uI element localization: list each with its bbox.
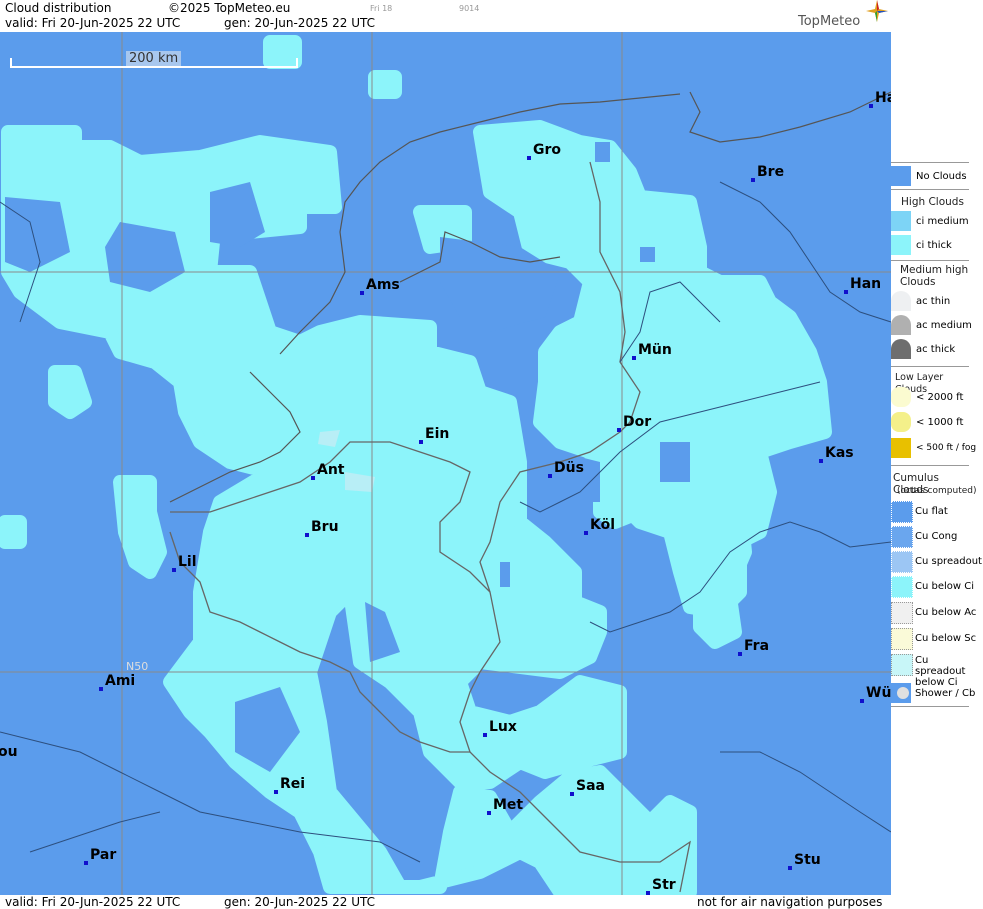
swatch-ci-medium	[891, 211, 911, 231]
swatch-ci-thick	[891, 235, 911, 255]
brand-logo-text: TopMeteo	[798, 14, 861, 29]
latitude-label: N50	[126, 660, 149, 673]
legend-heading-high: High Clouds	[901, 196, 964, 208]
swatch-cu-below-ci	[891, 576, 913, 598]
swatch-lt1000	[891, 412, 911, 432]
swatch-ac-medium	[891, 315, 911, 335]
swatch-ac-thin	[891, 291, 911, 311]
swatch-lt500	[891, 438, 911, 458]
cloud-layer	[0, 35, 832, 895]
swatch-cu-spreadout	[891, 551, 913, 573]
header-bar: Cloud distribution ©2025 TopMeteo.eu Fri…	[0, 0, 891, 32]
legend-panel: No Clouds High Clouds ci medium ci thick…	[891, 0, 983, 909]
scale-label: 200 km	[126, 51, 182, 66]
copyright-text: ©2025 TopMeteo.eu	[168, 1, 291, 15]
swatch-lt2000	[891, 387, 911, 407]
swatch-cu-cong	[891, 526, 913, 548]
map-canvas	[0, 32, 891, 895]
swatch-cu-spreadout-below-ci	[891, 654, 913, 676]
swatch-ac-thick	[891, 339, 911, 359]
generated-time: gen: 20-Jun-2025 22 UTC	[224, 16, 376, 30]
swatch-no-clouds	[891, 166, 911, 186]
footer-valid-time: valid: Fri 20-Jun-2025 22 UTC	[5, 895, 181, 909]
swatch-cu-flat	[891, 501, 913, 523]
disclaimer-text: not for air navigation purposes	[697, 895, 883, 909]
legend-heading-medium: Medium high Clouds	[900, 264, 969, 288]
footer-generated-time: gen: 20-Jun-2025 22 UTC	[224, 895, 376, 909]
valid-time: valid: Fri 20-Jun-2025 22 UTC	[5, 16, 181, 30]
swatch-cu-below-ac	[891, 602, 913, 624]
legend-octas-note: (octas computed)	[897, 486, 977, 496]
footer-bar: valid: Fri 20-Jun-2025 22 UTC gen: 20-Ju…	[0, 895, 891, 909]
scale-bar: 200 km	[10, 51, 298, 68]
header-small-text: Fri 18	[370, 4, 393, 13]
header-small-code: 9014	[459, 4, 480, 13]
map-title: Cloud distribution	[5, 1, 112, 15]
swatch-shower	[891, 683, 911, 703]
cloud-map[interactable]: 200 km N50 Ha Gro Bre Ams Han Mün Dor Ei…	[0, 32, 891, 895]
swatch-cu-below-sc	[891, 628, 913, 650]
compass-logo-icon	[866, 0, 888, 22]
